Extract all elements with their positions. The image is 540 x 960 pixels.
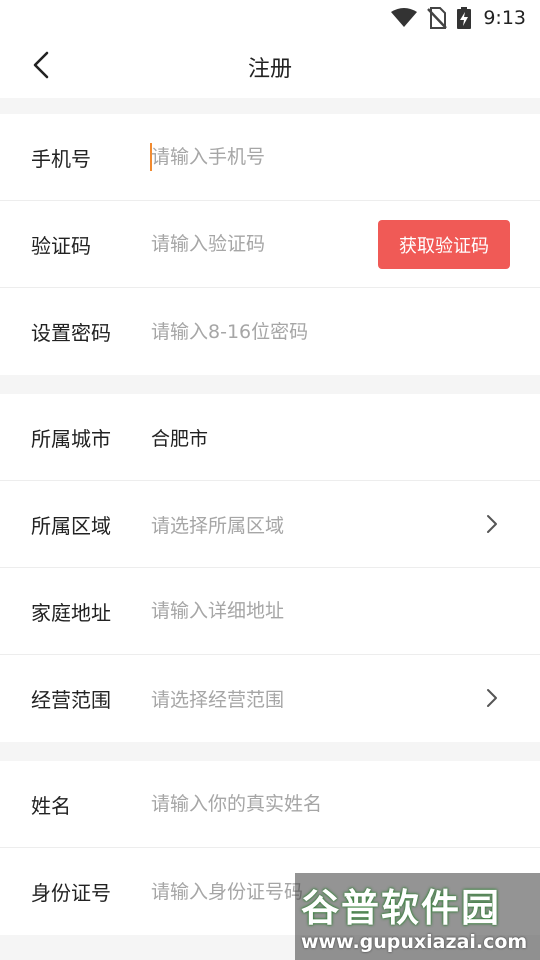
city-row: 所属城市 合肥市 <box>0 394 540 481</box>
account-section: 手机号 验证码 获取验证码 设置密码 <box>0 114 540 375</box>
status-time: 9:13 <box>483 7 526 29</box>
no-sim-icon <box>427 7 448 29</box>
region-row[interactable]: 所属区域 请选择所属区域 <box>0 481 540 568</box>
code-input[interactable] <box>151 224 351 264</box>
password-input[interactable] <box>151 311 471 352</box>
back-button[interactable] <box>24 50 58 84</box>
city-value: 合肥市 <box>151 427 209 450</box>
status-bar: 9:13 <box>0 0 540 36</box>
wifi-icon <box>391 8 418 28</box>
address-input[interactable] <box>151 591 471 631</box>
chevron-right-icon[interactable] <box>480 686 504 710</box>
location-section: 所属城市 合肥市 所属区域 请选择所属区域 家庭地址 经营范围 请选择经营范围 <box>0 394 540 742</box>
chevron-right-icon[interactable] <box>480 512 504 536</box>
city-label: 所属城市 <box>31 426 111 451</box>
phone-row: 手机号 <box>0 114 540 201</box>
watermark-url: www.gupuxiazai.com <box>301 931 528 953</box>
get-code-button[interactable]: 获取验证码 <box>378 220 510 269</box>
business-scope-select[interactable]: 请选择经营范围 <box>151 685 284 712</box>
code-label: 验证码 <box>31 233 91 258</box>
register-screen: 9:13 注册 手机号 验证码 获取验证码 设置密码 所属城市 合肥 <box>0 0 540 960</box>
phone-input[interactable] <box>151 137 371 177</box>
password-label: 设置密码 <box>31 321 111 345</box>
battery-charging-icon <box>457 7 472 29</box>
password-row: 设置密码 <box>0 288 540 375</box>
name-label: 姓名 <box>31 793 71 818</box>
page-title: 注册 <box>247 57 292 82</box>
watermark: 谷普软件园 www.gupuxiazai.com <box>295 873 540 960</box>
phone-label: 手机号 <box>31 146 91 171</box>
address-label: 家庭地址 <box>31 600 111 625</box>
name-input[interactable] <box>151 784 471 824</box>
region-label: 所属区域 <box>31 513 111 538</box>
business-scope-label: 经营范围 <box>31 688 111 712</box>
nav-bar: 注册 <box>0 36 540 98</box>
id-number-label: 身份证号 <box>31 881 111 905</box>
name-row: 姓名 <box>0 761 540 848</box>
region-select[interactable]: 请选择所属区域 <box>151 511 284 538</box>
code-row: 验证码 获取验证码 <box>0 201 540 288</box>
address-row: 家庭地址 <box>0 568 540 655</box>
business-scope-row[interactable]: 经营范围 请选择经营范围 <box>0 655 540 742</box>
chevron-left-icon <box>31 50 51 84</box>
watermark-title: 谷普软件园 <box>301 886 502 930</box>
